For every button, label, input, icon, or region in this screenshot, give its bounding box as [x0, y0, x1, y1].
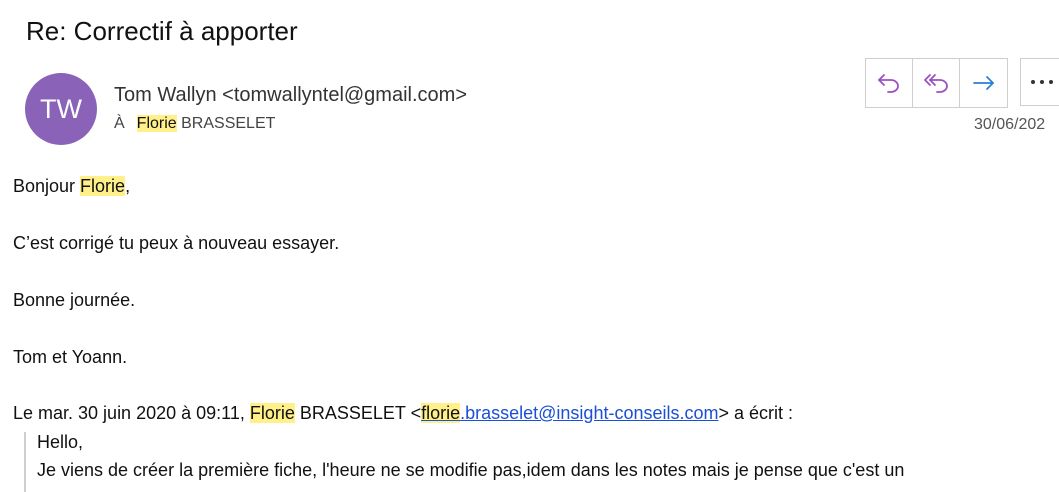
quote-header-name-rest: BRASSELET < [294, 403, 422, 423]
avatar-initials: TW [40, 93, 82, 124]
recipient-line: À Florie BRASSELET [114, 115, 275, 133]
avatar[interactable]: TW [25, 73, 97, 145]
reply-all-icon [924, 74, 948, 93]
reply-button[interactable] [866, 59, 913, 107]
recipient-last-name[interactable]: BRASSELET [177, 115, 275, 132]
body-line-2: Bonne journée. [13, 290, 136, 310]
quote-line-2: Je viens de créer la première fiche, l'h… [37, 460, 905, 480]
reply-all-button[interactable] [913, 59, 960, 107]
message-actions [865, 58, 1008, 108]
quote-header-prefix: Le mar. 30 juin 2020 à 09:11, [13, 403, 250, 423]
to-label: À [114, 115, 125, 132]
email-subject: Re: Correctif à apporter [26, 16, 298, 46]
quote-header-email-link[interactable]: florie.brasselet@insight-conseils.com [421, 403, 718, 423]
forward-button[interactable] [960, 59, 1007, 107]
quote-bar [24, 432, 26, 492]
quote-header-email-rest: .brasselet@insight-conseils.com [460, 403, 719, 423]
quote-line-1: Hello, [37, 432, 84, 452]
body-line-1: C’est corrigé tu peux à nouveau essayer. [13, 233, 340, 253]
quote-header: Le mar. 30 juin 2020 à 09:11, Florie BRA… [13, 403, 793, 424]
greeting-prefix: Bonjour [13, 176, 81, 196]
quote-header-email-highlight: florie [421, 403, 461, 423]
greeting-line: Bonjour Florie, [13, 176, 130, 197]
more-icon [1031, 80, 1053, 84]
quote-header-name: Florie [249, 403, 295, 423]
reply-icon [878, 74, 899, 93]
more-actions-button[interactable] [1020, 58, 1059, 106]
signature: Tom et Yoann. [13, 347, 128, 367]
quote-header-suffix: > a écrit : [718, 403, 794, 423]
forward-icon [972, 76, 994, 90]
sender-name[interactable]: Tom Wallyn <tomwallyntel@gmail.com> [114, 84, 467, 107]
greeting-suffix: , [125, 176, 131, 196]
greeting-name: Florie [80, 176, 126, 196]
recipient-first-name[interactable]: Florie [136, 115, 177, 132]
message-date: 30/06/202 [974, 116, 1046, 133]
